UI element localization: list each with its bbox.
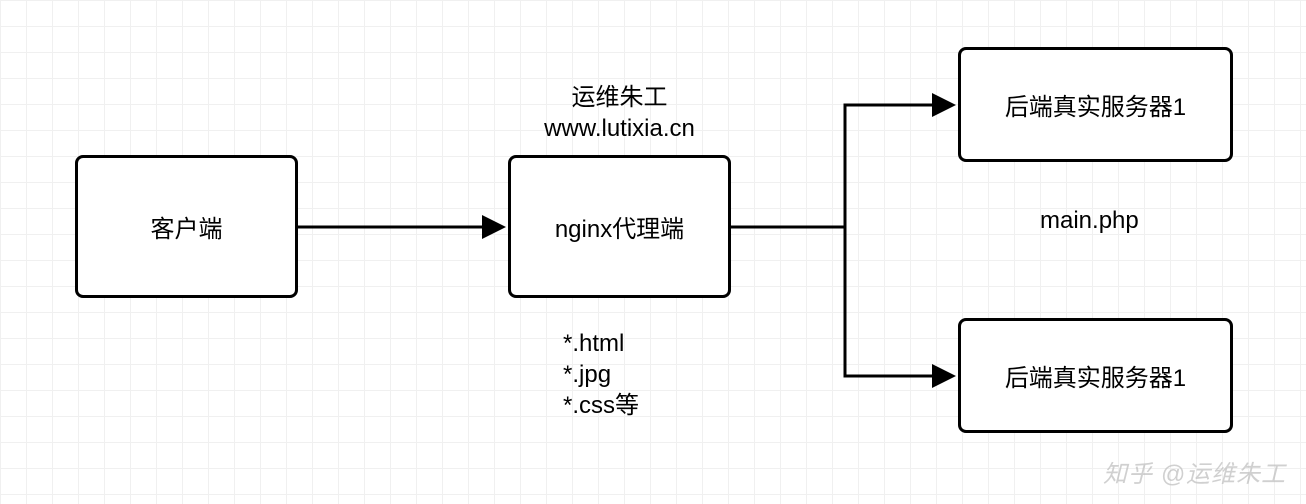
proxy-top-line1: 运维朱工 [508,82,731,113]
proxy-top-line2: www.lutixia.cn [508,113,731,144]
backend2-label: 后端真实服务器1 [1005,358,1186,393]
watermark: 知乎 @运维朱工 [1103,454,1286,489]
proxy-bottom-line2: *.jpg [563,359,639,390]
middle-label: main.php [1040,205,1139,236]
proxy-label: nginx代理端 [555,209,684,244]
client-label: 客户端 [151,209,223,244]
arrow-proxy-backend1 [731,105,950,227]
arrow-proxy-backend2 [731,227,950,376]
backend2-node: 后端真实服务器1 [958,318,1233,433]
proxy-bottom-line3: *.css等 [563,390,639,421]
proxy-top-label: 运维朱工 www.lutixia.cn [508,82,731,144]
backend1-node: 后端真实服务器1 [958,47,1233,162]
client-node: 客户端 [75,155,298,298]
proxy-bottom-label: *.html *.jpg *.css等 [563,328,639,422]
proxy-bottom-line1: *.html [563,328,639,359]
proxy-node: nginx代理端 [508,155,731,298]
backend1-label: 后端真实服务器1 [1005,87,1186,122]
